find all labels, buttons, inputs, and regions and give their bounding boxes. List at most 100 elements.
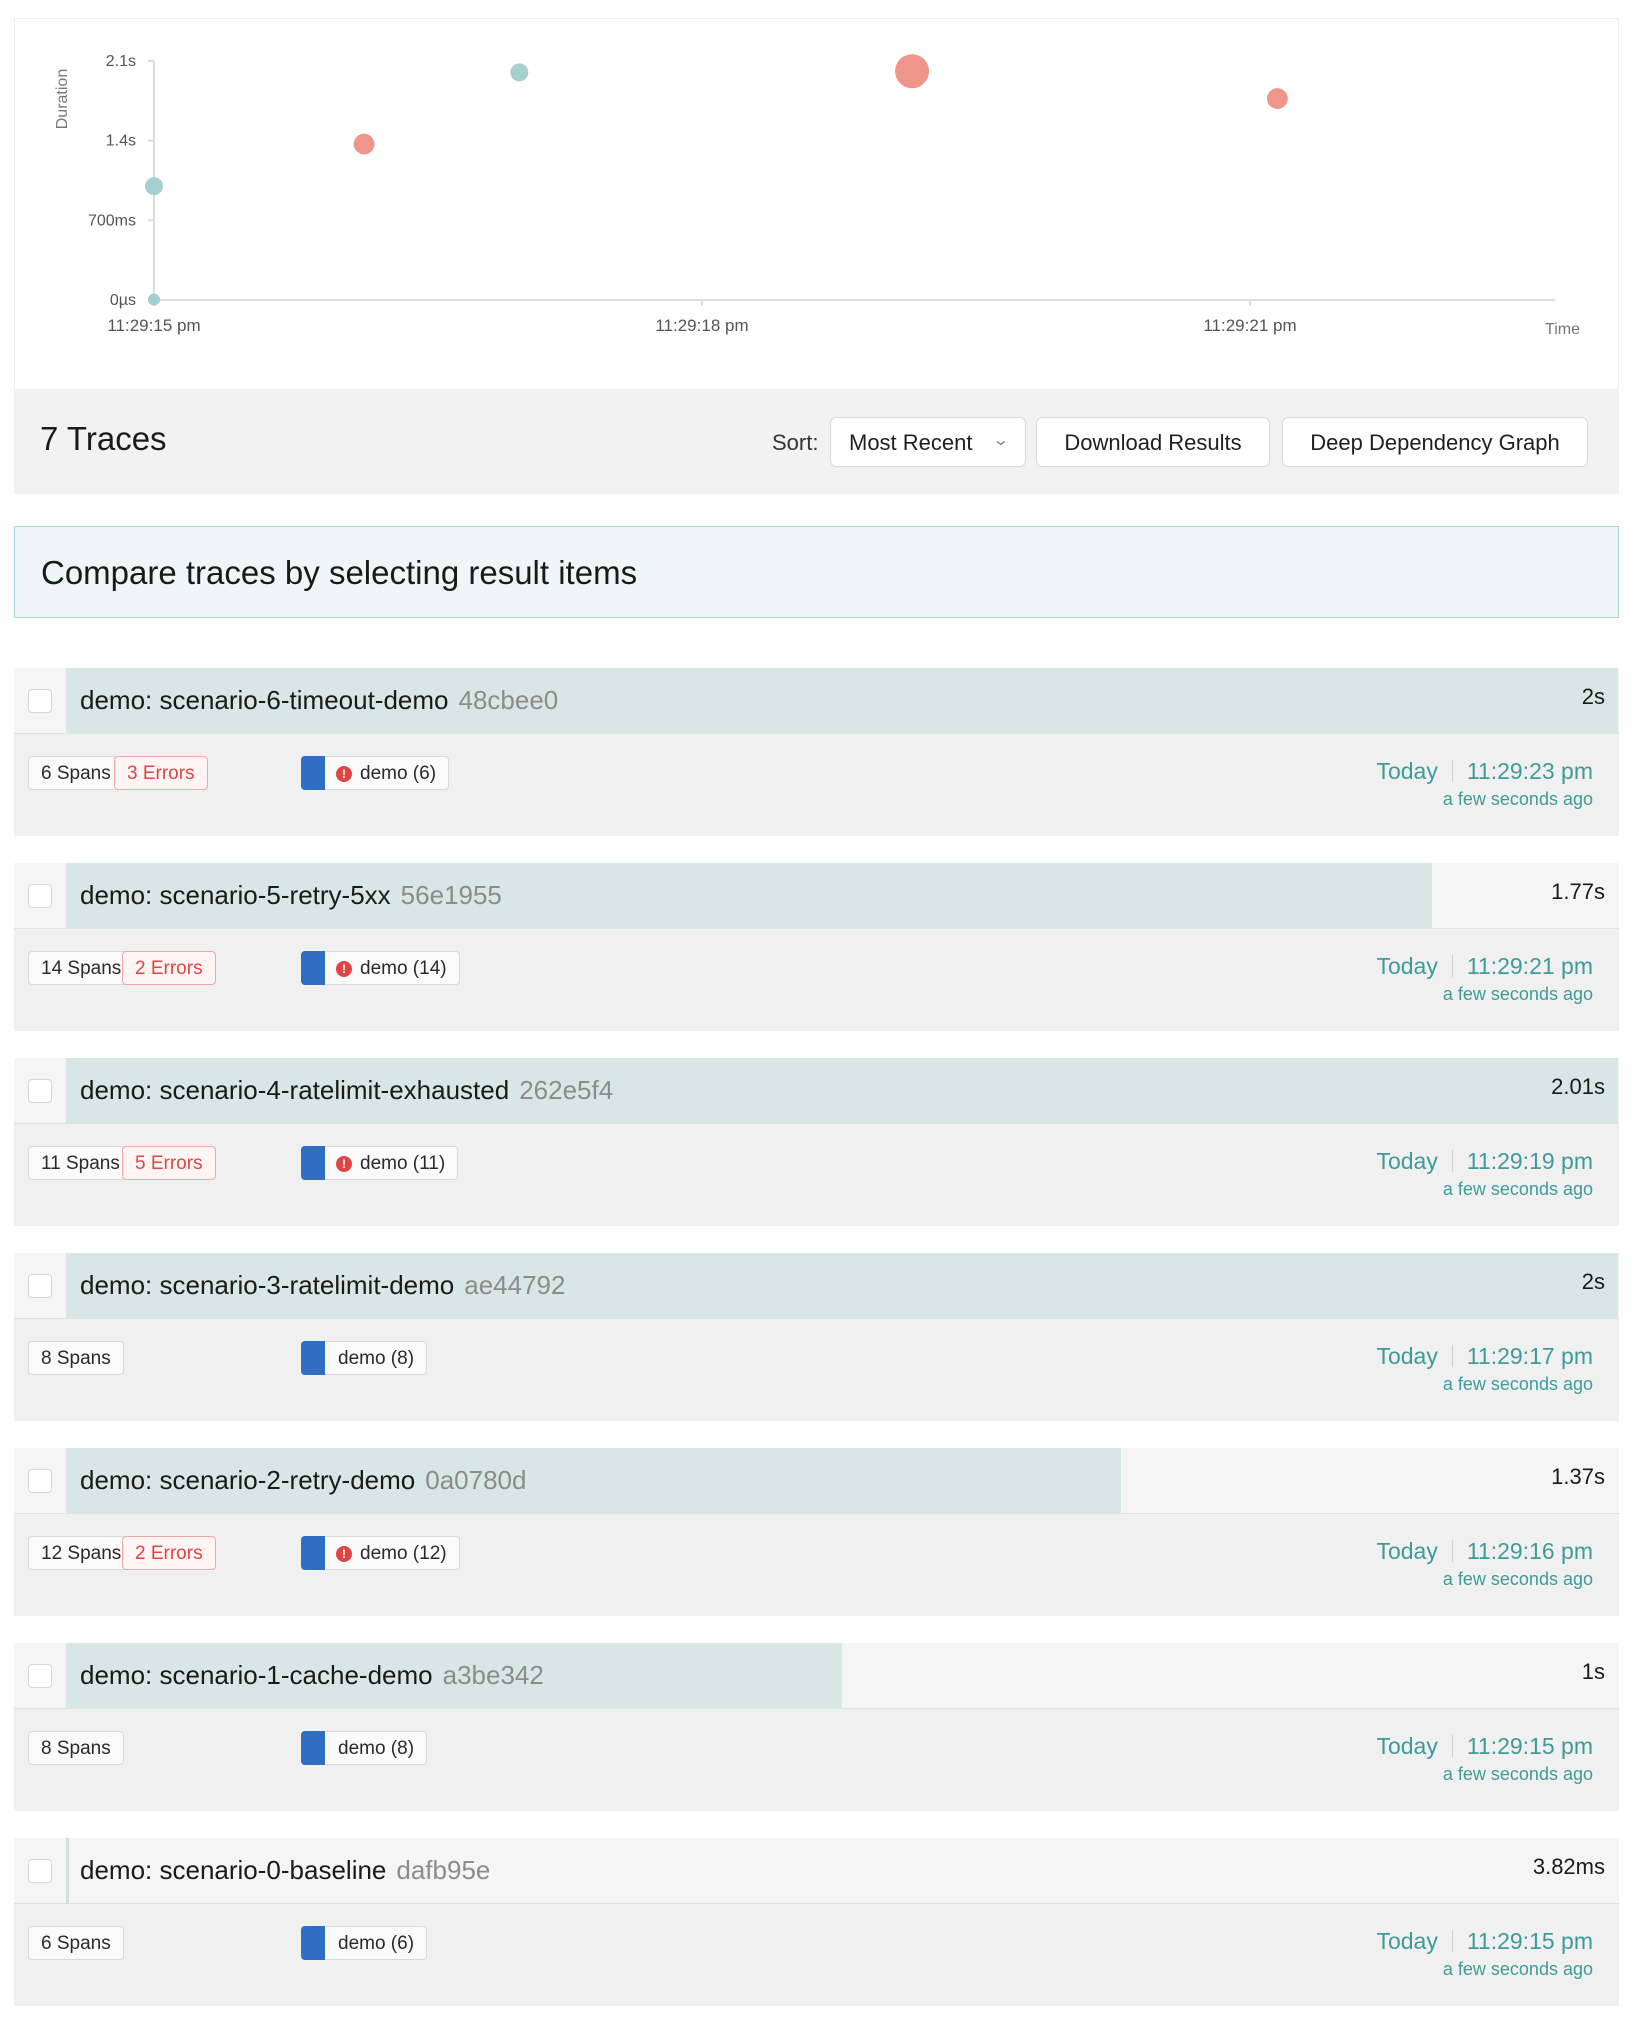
- error-count-tag: 2 Errors: [122, 951, 216, 985]
- sort-label: Sort:: [772, 430, 819, 455]
- service-label: demo (12): [360, 1543, 447, 1564]
- trace-id: ae44792: [464, 1270, 566, 1300]
- trace-relative-time: a few seconds ago: [1442, 1179, 1593, 1199]
- trace-timestamp: Today 11:29:15 pm a few seconds ago: [1376, 1733, 1593, 1785]
- trace-time: 11:29:17 pm: [1466, 1343, 1593, 1369]
- trace-row-header[interactable]: demo: scenario-6-timeout-demo 48cbee0 2s: [14, 668, 1619, 734]
- trace-row-header[interactable]: demo: scenario-4-ratelimit-exhausted 262e…: [14, 1058, 1619, 1124]
- service-color-swatch: [301, 1341, 325, 1375]
- trace-row-header[interactable]: demo: scenario-1-cache-demo a3be342 1s: [14, 1643, 1619, 1709]
- service-tag: ! demo (11): [301, 1146, 459, 1180]
- error-icon: !: [336, 1156, 352, 1172]
- trace-row[interactable]: demo: scenario-5-retry-5xx 56e1955 1.77s 14…: [14, 863, 1619, 1031]
- service-label: demo (6): [360, 763, 437, 784]
- trace-duration: 2s: [1581, 684, 1605, 709]
- trace-row-header[interactable]: demo: scenario-2-retry-demo 0a0780d 1.37s: [14, 1448, 1619, 1514]
- trace-relative-time: a few seconds ago: [1442, 984, 1593, 1004]
- trace-duration: 1s: [1581, 1659, 1605, 1684]
- trace-select-checkbox[interactable]: [28, 1859, 52, 1883]
- trace-select-checkbox[interactable]: [28, 1469, 52, 1493]
- service-label: demo (8): [338, 1738, 415, 1759]
- service-label: demo (8): [338, 1348, 415, 1369]
- service-color-swatch: [301, 1536, 325, 1570]
- trace-duration: 1.77s: [1551, 879, 1605, 904]
- trace-timestamp: Today 11:29:17 pm a few seconds ago: [1376, 1343, 1593, 1395]
- trace-select-checkbox[interactable]: [28, 1079, 52, 1103]
- trace-row[interactable]: demo: scenario-4-ratelimit-exhausted 262e…: [14, 1058, 1619, 1226]
- service-tag: demo (6): [301, 1926, 428, 1960]
- error-icon: !: [336, 961, 352, 977]
- trace-title[interactable]: demo: scenario-3-ratelimit-demo ae44792: [80, 1270, 565, 1301]
- trace-relative-time: a few seconds ago: [1442, 1764, 1593, 1784]
- trace-point: [353, 133, 375, 155]
- trace-id: a3be342: [442, 1660, 544, 1690]
- time-divider: [1451, 1345, 1453, 1367]
- error-icon: !: [336, 766, 352, 782]
- sort-value: Most Recent: [849, 430, 973, 455]
- trace-point: [1267, 88, 1288, 109]
- service-color-swatch: [301, 1731, 325, 1765]
- trace-name: demo: scenario-2-retry-demo: [80, 1465, 416, 1495]
- trace-title[interactable]: demo: scenario-2-retry-demo 0a0780d: [80, 1465, 526, 1496]
- trace-timestamp: Today 11:29:23 pm a few seconds ago: [1376, 758, 1593, 810]
- trace-name: demo: scenario-0-baseline: [80, 1855, 387, 1885]
- trace-day: Today: [1376, 1343, 1438, 1369]
- trace-id: 56e1955: [400, 880, 502, 910]
- trace-relative-time: a few seconds ago: [1442, 1569, 1593, 1589]
- error-count-tag: 3 Errors: [114, 756, 208, 790]
- trace-row[interactable]: demo: scenario-0-baseline dafb95e 3.82ms 6 …: [14, 1838, 1619, 2006]
- y-tick-label: 2.1s: [106, 53, 136, 70]
- trace-relative-time: a few seconds ago: [1442, 1959, 1593, 1979]
- trace-day: Today: [1376, 1538, 1438, 1564]
- trace-day: Today: [1376, 1148, 1438, 1174]
- service-color-swatch: [301, 1926, 325, 1960]
- sort-select[interactable]: Most Recent ⌄: [830, 417, 1026, 467]
- service-tag: ! demo (6): [301, 756, 450, 790]
- download-results-button[interactable]: Download Results: [1036, 417, 1270, 467]
- trace-row[interactable]: demo: scenario-3-ratelimit-demo ae44792 2s…: [14, 1253, 1619, 1421]
- trace-row[interactable]: demo: scenario-6-timeout-demo 48cbee0 2s 6 …: [14, 668, 1619, 836]
- span-count-tag: 6 Spans: [28, 756, 124, 790]
- trace-point: [895, 54, 930, 89]
- span-count-tag: 14 Spans: [28, 951, 135, 985]
- trace-title[interactable]: demo: scenario-5-retry-5xx 56e1955: [80, 880, 502, 911]
- trace-point: [145, 177, 163, 196]
- trace-select-checkbox[interactable]: [28, 1664, 52, 1688]
- trace-select-checkbox[interactable]: [28, 884, 52, 908]
- trace-time: 11:29:15 pm: [1466, 1928, 1593, 1954]
- trace-point: [148, 293, 160, 306]
- trace-name: demo: scenario-5-retry-5xx: [80, 880, 391, 910]
- trace-select-checkbox[interactable]: [28, 1274, 52, 1298]
- service-label: demo (6): [338, 1933, 415, 1954]
- trace-select-checkbox[interactable]: [28, 689, 52, 713]
- trace-row[interactable]: demo: scenario-2-retry-demo 0a0780d 1.37s 1…: [14, 1448, 1619, 1616]
- trace-row-header[interactable]: demo: scenario-0-baseline dafb95e 3.82ms: [14, 1838, 1619, 1904]
- trace-day: Today: [1376, 758, 1438, 784]
- trace-duration: 2s: [1581, 1269, 1605, 1294]
- service-tag: ! demo (12): [301, 1536, 460, 1570]
- trace-id: 262e5f4: [519, 1075, 614, 1105]
- trace-title[interactable]: demo: scenario-6-timeout-demo 48cbee0: [80, 685, 558, 716]
- service-tag: demo (8): [301, 1731, 428, 1765]
- deep-dependency-graph-button[interactable]: Deep Dependency Graph: [1282, 417, 1588, 467]
- trace-count-title: 7 Traces: [40, 420, 167, 457]
- trace-duration: 2.01s: [1551, 1074, 1605, 1099]
- x-axis-title: Time: [1545, 321, 1580, 338]
- duration-bar: [66, 1838, 69, 1904]
- trace-row[interactable]: demo: scenario-1-cache-demo a3be342 1s 8 Sp…: [14, 1643, 1619, 1811]
- trace-duration: 3.82ms: [1532, 1854, 1605, 1879]
- chart-svg: 0µs 700ms 1.4s 2.1s 11:29:15 pm 11:29:18 pm 11…: [54, 53, 1580, 338]
- trace-name: demo: scenario-3-ratelimit-demo: [80, 1270, 455, 1300]
- trace-timestamp: Today 11:29:15 pm a few seconds ago: [1376, 1928, 1593, 1980]
- trace-name: demo: scenario-1-cache-demo: [80, 1660, 433, 1690]
- trace-title[interactable]: demo: scenario-1-cache-demo a3be342: [80, 1660, 544, 1691]
- trace-title[interactable]: demo: scenario-0-baseline dafb95e: [80, 1855, 490, 1886]
- trace-row-header[interactable]: demo: scenario-5-retry-5xx 56e1955 1.77s: [14, 863, 1619, 929]
- trace-id: 0a0780d: [425, 1465, 527, 1495]
- trace-title[interactable]: demo: scenario-4-ratelimit-exhausted 262e…: [80, 1075, 613, 1106]
- trace-row-header[interactable]: demo: scenario-3-ratelimit-demo ae44792 2s: [14, 1253, 1619, 1319]
- trace-time: 11:29:15 pm: [1466, 1733, 1593, 1759]
- time-divider: [1451, 760, 1453, 782]
- time-divider: [1451, 1150, 1453, 1172]
- trace-relative-time: a few seconds ago: [1442, 1374, 1593, 1394]
